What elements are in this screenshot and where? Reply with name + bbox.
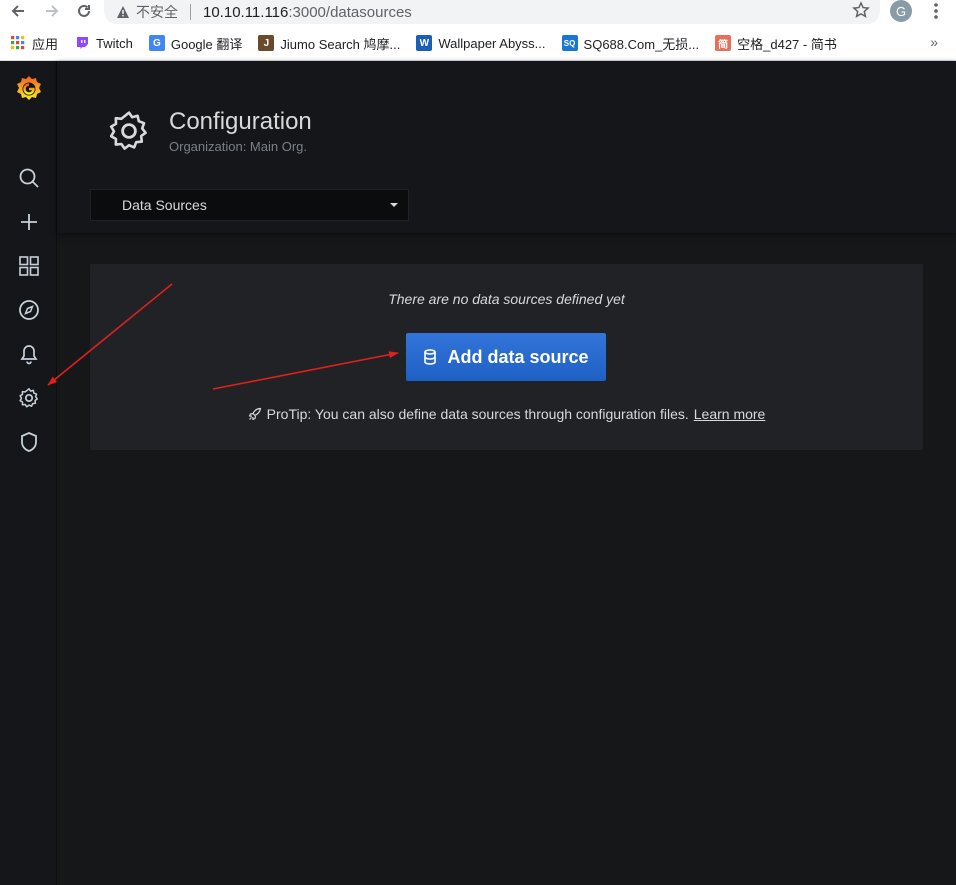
bell-icon bbox=[19, 345, 38, 365]
address-bar[interactable]: 不安全 10.10.11.116:3000/datasources bbox=[104, 0, 880, 24]
bookmarks-bar: 应用 Twitch G Google 翻译 J Jiumo Search 鸠摩... W Wa… bbox=[0, 31, 956, 55]
bookmark-item[interactable]: Twitch bbox=[74, 35, 133, 51]
browser-chrome: 不安全 10.10.11.116:3000/datasources G 应用 Tw… bbox=[0, 0, 956, 61]
page-nav-select-value: Data Sources bbox=[122, 197, 207, 213]
back-button[interactable] bbox=[6, 0, 30, 22]
grafana-logo-icon bbox=[16, 76, 41, 100]
star-icon bbox=[852, 1, 870, 18]
page-title: Configuration bbox=[169, 108, 312, 135]
search-icon bbox=[19, 168, 39, 188]
plus-icon bbox=[20, 214, 37, 230]
apps-grid-icon bbox=[10, 35, 26, 51]
reload-button[interactable] bbox=[72, 0, 96, 22]
empty-list-message: There are no data sources defined yet bbox=[388, 291, 625, 307]
sq688-icon: SQ bbox=[561, 35, 578, 51]
sidebar-item-search[interactable] bbox=[0, 158, 57, 198]
jianshu-icon: 简 bbox=[715, 35, 732, 51]
learn-more-link[interactable]: Learn more bbox=[694, 406, 766, 422]
security-warning-text: 不安全 bbox=[136, 4, 178, 20]
bookmark-label: Wallpaper Abyss... bbox=[438, 35, 546, 51]
wallpaper-abyss-icon: W bbox=[416, 35, 433, 51]
url-host: 10.10.11.116 bbox=[203, 3, 289, 21]
bookmark-item[interactable]: 简空格_d427 - 简书 bbox=[715, 34, 837, 53]
bookmark-star-button[interactable] bbox=[852, 1, 870, 24]
warning-icon bbox=[117, 6, 129, 18]
grafana-logo[interactable] bbox=[0, 69, 57, 109]
main-content: Configuration Organization: Main Org. Da… bbox=[57, 61, 956, 885]
sidebar-item-configuration[interactable] bbox=[0, 378, 57, 418]
page-nav-select[interactable]: Data Sources bbox=[90, 189, 409, 221]
url-text: 10.10.11.116:3000/datasources bbox=[203, 4, 412, 21]
apps-grid-icon bbox=[18, 256, 39, 276]
bookmark-label: SQ688.Com_无损... bbox=[583, 36, 700, 52]
google-translate-icon: G bbox=[148, 35, 165, 51]
protip-text: ProTip: You can also define data sources… bbox=[266, 406, 689, 422]
sidebar-item-server-admin[interactable] bbox=[0, 422, 57, 462]
sidebar-item-create[interactable] bbox=[0, 202, 57, 242]
twitch-icon bbox=[74, 35, 90, 51]
database-icon bbox=[424, 349, 437, 365]
bookmark-label: 应用 bbox=[32, 36, 59, 52]
bookmark-label: Google 翻译 bbox=[170, 36, 243, 52]
more-vertical-icon bbox=[934, 3, 938, 19]
protip: ProTip: You can also define data sources… bbox=[90, 406, 923, 422]
forward-button[interactable] bbox=[40, 0, 64, 22]
compass-icon bbox=[18, 300, 39, 320]
browser-menu-button[interactable] bbox=[928, 2, 944, 25]
page-subtitle: Organization: Main Org. bbox=[169, 139, 308, 154]
configuration-header-icon bbox=[107, 109, 151, 158]
bookmark-label: 空格_d427 - 简书 bbox=[737, 36, 837, 52]
sidebar-item-dashboards[interactable] bbox=[0, 246, 57, 286]
profile-avatar[interactable]: G bbox=[890, 0, 912, 22]
gear-icon bbox=[18, 388, 38, 408]
page-header: Configuration Organization: Main Org. Da… bbox=[57, 61, 956, 233]
bookmark-item[interactable]: SQ SQ688.Com_无损... bbox=[561, 34, 700, 53]
arrow-right-icon bbox=[46, 5, 59, 17]
arrow-left-icon bbox=[11, 5, 24, 17]
jiumo-icon: J bbox=[258, 35, 275, 51]
bookmark-item[interactable]: 应用 bbox=[10, 34, 58, 53]
bookmarks-overflow-button[interactable]: » bbox=[930, 34, 938, 50]
empty-list-panel: There are no data sources defined yet Ad… bbox=[90, 264, 923, 450]
shield-icon bbox=[20, 432, 37, 452]
rocket-icon bbox=[248, 407, 261, 421]
bookmark-item[interactable]: G Google 翻译 bbox=[148, 34, 243, 53]
add-data-source-button[interactable]: Add data source bbox=[406, 333, 606, 381]
url-path: :3000/datasources bbox=[288, 3, 412, 21]
add-data-source-label: Add data source bbox=[447, 346, 589, 367]
bookmark-item[interactable]: W Wallpaper Abyss... bbox=[416, 35, 546, 51]
caret-down-icon bbox=[390, 203, 398, 207]
bookmark-item[interactable]: J Jiumo Search 鸠摩... bbox=[258, 34, 400, 53]
side-menu bbox=[0, 61, 57, 885]
gear-icon bbox=[109, 111, 147, 150]
bookmark-label: Twitch bbox=[96, 35, 133, 51]
sidebar-item-alerting[interactable] bbox=[0, 334, 57, 374]
sidebar-item-explore[interactable] bbox=[0, 290, 57, 330]
bookmark-label: Jiumo Search 鸠摩... bbox=[280, 36, 401, 52]
reload-icon bbox=[78, 4, 90, 17]
